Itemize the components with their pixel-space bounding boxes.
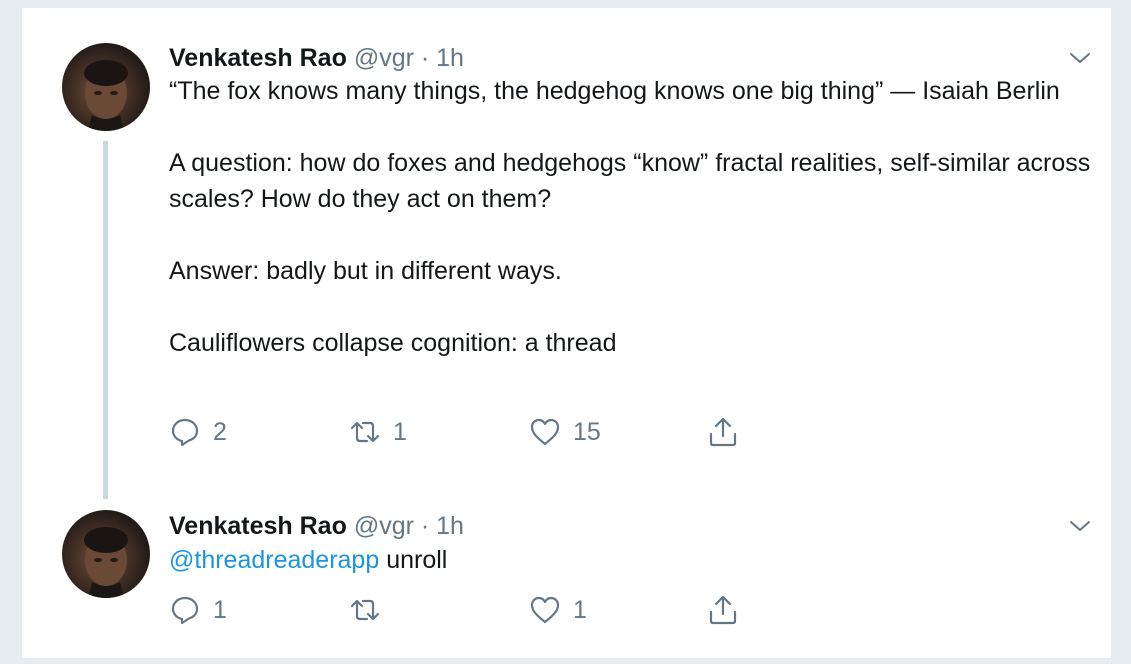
- tweet-actions: 1 1: [169, 590, 869, 630]
- retweet-button[interactable]: [349, 590, 393, 630]
- share-icon: [709, 595, 737, 625]
- tweet-header: Venkatesh Rao @vgr · 1h: [169, 43, 464, 73]
- display-name[interactable]: Venkatesh Rao: [169, 512, 347, 540]
- like-count: 1: [573, 595, 587, 624]
- tweet-paragraph: “The fox knows many things, the hedgehog…: [169, 77, 1060, 105]
- separator-dot: ·: [420, 44, 430, 72]
- reply-count: 2: [213, 417, 227, 446]
- tweet-body: unroll: [379, 546, 448, 574]
- timestamp[interactable]: 1h: [436, 44, 464, 72]
- timestamp[interactable]: 1h: [436, 512, 464, 540]
- chevron-down-icon: [1070, 521, 1090, 531]
- like-count: 15: [573, 417, 601, 446]
- retweet-icon: [350, 599, 380, 621]
- reply-icon: [171, 596, 199, 625]
- reply-count: 1: [213, 595, 227, 624]
- avatar-photo: [84, 527, 128, 598]
- heart-icon: [530, 596, 560, 624]
- chevron-down-icon: [1070, 53, 1090, 63]
- display-name[interactable]: Venkatesh Rao: [169, 44, 347, 72]
- share-button[interactable]: [707, 590, 739, 630]
- reply-icon: [171, 418, 199, 447]
- share-icon: [709, 417, 737, 447]
- tweet-menu-button[interactable]: [1068, 46, 1092, 70]
- tweet-actions: 2 1 15: [169, 412, 869, 452]
- like-button[interactable]: 1: [529, 590, 587, 630]
- tweet-paragraph: Answer: badly but in different ways.: [169, 257, 562, 285]
- tweet-paragraph: @threadreaderapp unroll: [169, 542, 1099, 578]
- tweet-text: @threadreaderapp unroll: [169, 542, 1099, 578]
- user-handle[interactable]: @vgr: [354, 512, 414, 540]
- tweet-text: “The fox knows many things, the hedgehog…: [169, 73, 1099, 361]
- reply-button[interactable]: 1: [169, 590, 227, 630]
- timeline-card: Venkatesh Rao @vgr · 1h “The fox knows m…: [22, 7, 1111, 658]
- retweet-count: 1: [393, 417, 407, 446]
- tweet-menu-button[interactable]: [1068, 514, 1092, 538]
- avatar[interactable]: [62, 510, 150, 598]
- heart-icon: [530, 418, 560, 446]
- separator-dot: ·: [420, 512, 430, 540]
- mention-link[interactable]: @threadreaderapp: [169, 546, 379, 574]
- avatar[interactable]: [62, 43, 150, 131]
- retweet-button[interactable]: 1: [349, 412, 407, 452]
- like-button[interactable]: 15: [529, 412, 601, 452]
- reply-button[interactable]: 2: [169, 412, 227, 452]
- tweet-header: Venkatesh Rao @vgr · 1h: [169, 511, 464, 541]
- avatar-photo: [84, 60, 128, 131]
- tweet-paragraph: Cauliflowers collapse cognition: a threa…: [169, 329, 617, 357]
- retweet-icon: [350, 421, 380, 443]
- tweet-paragraph: A question: how do foxes and hedgehogs “…: [169, 149, 1091, 213]
- user-handle[interactable]: @vgr: [354, 44, 414, 72]
- share-button[interactable]: [707, 412, 739, 452]
- thread-connector-line: [103, 141, 108, 499]
